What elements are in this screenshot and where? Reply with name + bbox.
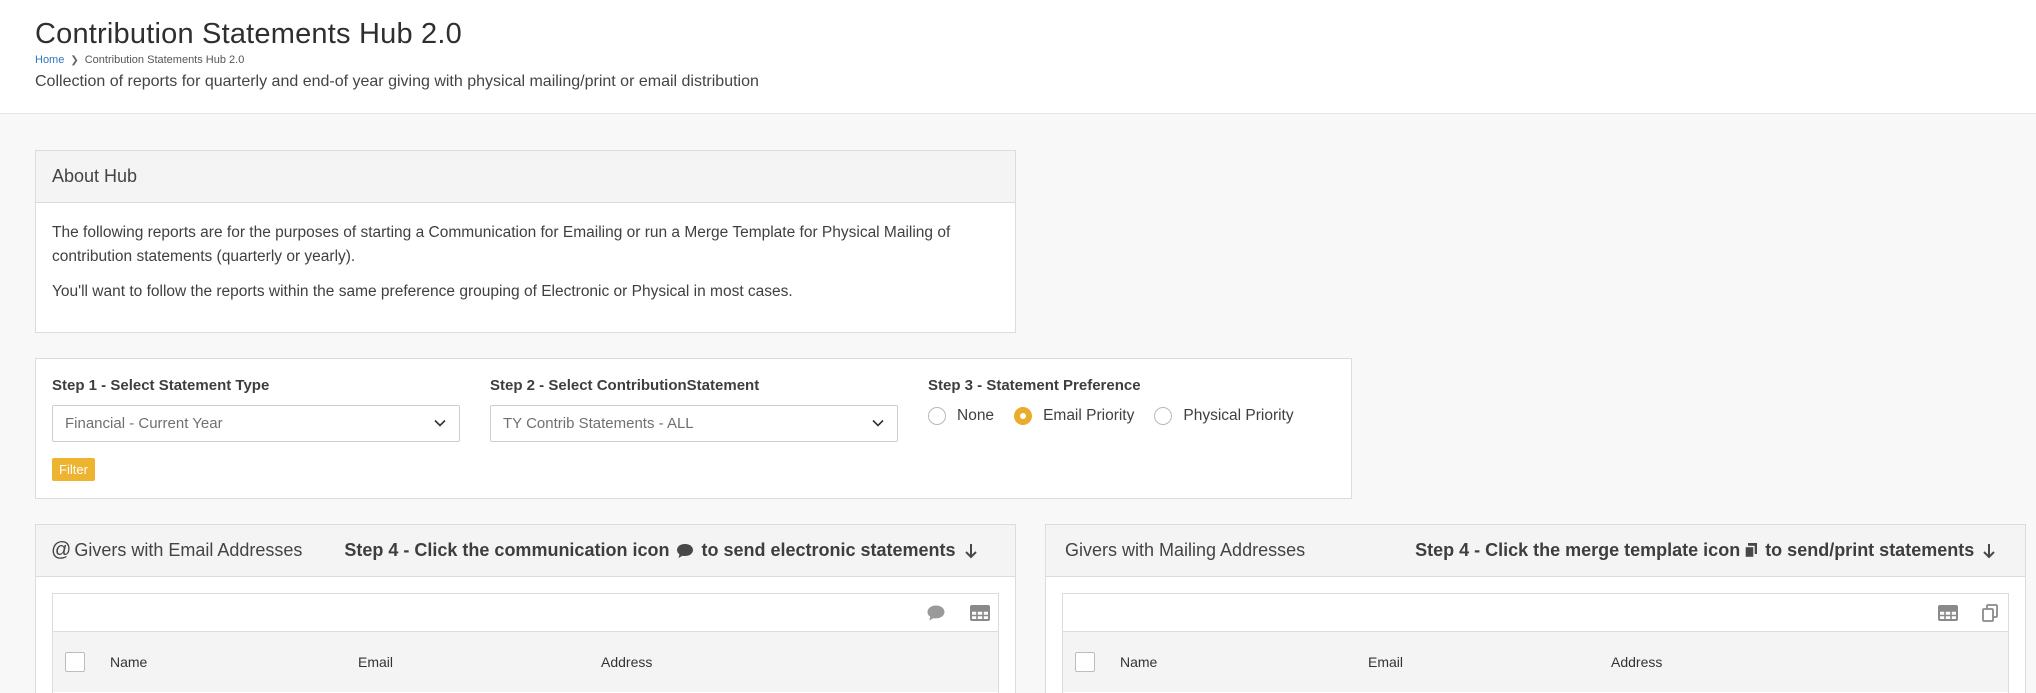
contribution-statement-select[interactable]: TY Contrib Statements - ALL bbox=[490, 405, 898, 442]
column-header-address[interactable]: Address bbox=[1611, 654, 1662, 670]
radio-label: None bbox=[957, 407, 995, 424]
step4-suffix: to send/print statements bbox=[1765, 540, 1975, 560]
comment-icon bbox=[677, 543, 694, 558]
email-panel-title-wrap: @ Givers with Email Addresses bbox=[51, 539, 302, 562]
breadcrumb-home-link[interactable]: Home bbox=[35, 54, 64, 66]
radio-label: Email Priority bbox=[1043, 407, 1135, 424]
step2-label: Step 2 - Select ContributionStatement bbox=[490, 377, 760, 394]
select-all-checkbox[interactable] bbox=[65, 652, 85, 672]
email-panel-title: Givers with Email Addresses bbox=[74, 540, 303, 560]
grid-actions-bar bbox=[1063, 594, 2008, 632]
step1-label: Step 1 - Select Statement Type bbox=[52, 377, 270, 394]
mail-panel-title: Givers with Mailing Addresses bbox=[1065, 540, 1306, 560]
email-step4-instruction: Step 4 - Click the communication icon to… bbox=[344, 540, 977, 561]
mail-step4-instruction: Step 4 - Click the merge template icon t… bbox=[1415, 540, 1996, 561]
column-header-email[interactable]: Email bbox=[1368, 654, 1403, 670]
chevron-right-icon: ❯ bbox=[70, 54, 79, 66]
step4-prefix: Step 4 - Click the merge template icon bbox=[1415, 540, 1741, 560]
page-title: Contribution Statements Hub 2.0 bbox=[35, 18, 462, 50]
email-panel-header: @ Givers with Email Addresses Step 4 - C… bbox=[36, 525, 1015, 577]
radio-email-priority[interactable]: Email Priority bbox=[1014, 407, 1134, 425]
arrow-down-icon bbox=[1983, 543, 1995, 558]
grid-header-row: Name Email Address bbox=[53, 632, 998, 692]
about-hub-body: The following reports are for the purpos… bbox=[36, 203, 1015, 304]
at-icon: @ bbox=[51, 539, 72, 561]
radio-physical-priority[interactable]: Physical Priority bbox=[1154, 407, 1294, 425]
preference-radio-group: None Email Priority Physical Priority bbox=[928, 407, 1314, 425]
page-description: Collection of reports for quarterly and … bbox=[35, 73, 759, 90]
mailing-givers-panel: Givers with Mailing Addresses Step 4 - C… bbox=[1045, 524, 2026, 693]
breadcrumb: Home ❯ Contribution Statements Hub 2.0 bbox=[35, 54, 244, 66]
filters-panel: Step 1 - Select Statement Type Financial… bbox=[35, 358, 1352, 499]
email-givers-panel: @ Givers with Email Addresses Step 4 - C… bbox=[35, 524, 1016, 693]
column-header-email[interactable]: Email bbox=[358, 654, 393, 670]
arrow-down-icon bbox=[964, 543, 977, 558]
comment-icon[interactable] bbox=[926, 604, 946, 622]
about-paragraph: You'll want to follow the reports within… bbox=[52, 283, 793, 300]
step4-prefix: Step 4 - Click the communication icon bbox=[344, 540, 670, 560]
chevron-down-icon bbox=[434, 419, 446, 427]
radio-button[interactable] bbox=[1154, 407, 1173, 425]
radio-button-selected[interactable] bbox=[1014, 407, 1033, 425]
page-header: Contribution Statements Hub 2.0 Home ❯ C… bbox=[0, 0, 2036, 114]
table-icon[interactable] bbox=[1938, 604, 1958, 622]
mail-panel-header: Givers with Mailing Addresses Step 4 - C… bbox=[1046, 525, 2025, 577]
copy-icon[interactable] bbox=[1980, 604, 2000, 622]
step4-suffix: to send electronic statements bbox=[701, 540, 956, 560]
breadcrumb-current: Contribution Statements Hub 2.0 bbox=[84, 54, 245, 66]
contribution-statement-value: TY Contrib Statements - ALL bbox=[503, 415, 694, 432]
column-header-name[interactable]: Name bbox=[1120, 654, 1157, 670]
filter-button[interactable]: Filter bbox=[52, 458, 95, 481]
about-hub-panel: About Hub The following reports are for … bbox=[35, 150, 1016, 333]
step3-label: Step 3 - Statement Preference bbox=[928, 377, 1141, 394]
about-paragraph: The following reports are for the purpos… bbox=[52, 224, 951, 265]
statement-type-value: Financial - Current Year bbox=[65, 415, 223, 432]
radio-none[interactable]: None bbox=[928, 407, 994, 425]
chevron-down-icon bbox=[872, 419, 884, 427]
statement-type-select[interactable]: Financial - Current Year bbox=[52, 405, 460, 442]
select-all-checkbox[interactable] bbox=[1075, 652, 1095, 672]
about-hub-title: About Hub bbox=[36, 151, 1015, 203]
grid-actions-bar bbox=[53, 594, 998, 632]
column-header-address[interactable]: Address bbox=[601, 654, 652, 670]
mailing-grid: Name Email Address bbox=[1062, 593, 2009, 693]
table-icon[interactable] bbox=[970, 604, 990, 622]
column-header-name[interactable]: Name bbox=[110, 654, 147, 670]
radio-button[interactable] bbox=[928, 407, 946, 425]
copy-icon bbox=[1744, 543, 1758, 559]
radio-label: Physical Priority bbox=[1183, 407, 1294, 424]
grid-header-row: Name Email Address bbox=[1063, 632, 2008, 692]
email-grid: Name Email Address bbox=[52, 593, 999, 693]
